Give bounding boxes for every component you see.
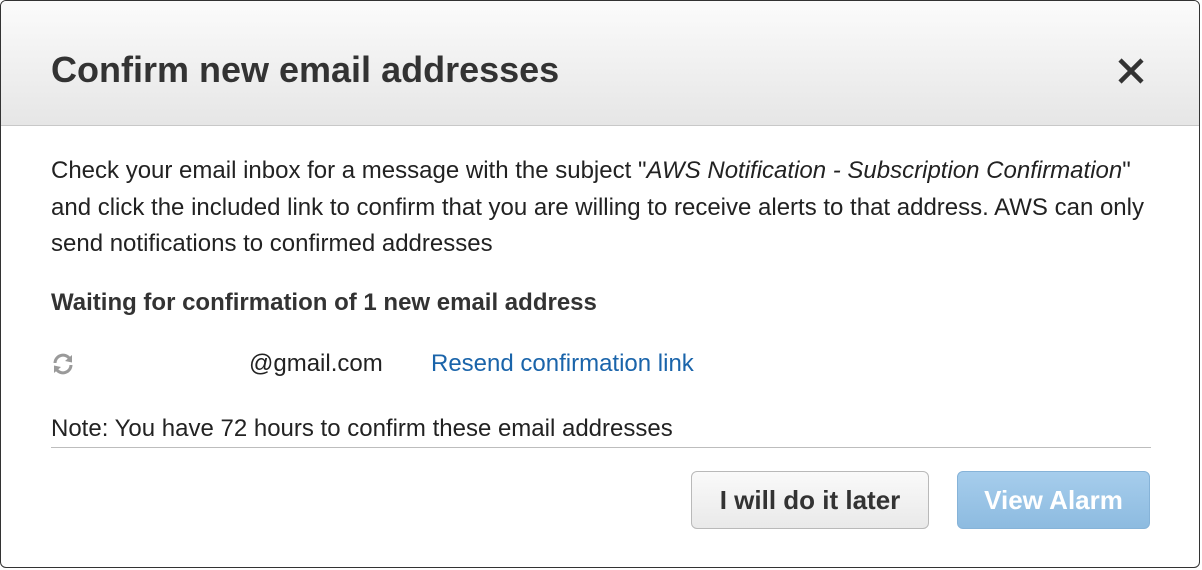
footer-divider bbox=[51, 447, 1151, 448]
view-alarm-button[interactable]: View Alarm bbox=[957, 471, 1150, 529]
refresh-icon bbox=[53, 353, 73, 375]
dialog-header: Confirm new email addresses bbox=[1, 1, 1199, 126]
dialog-body: Check your email inbox for a message wit… bbox=[51, 153, 1151, 442]
note-text: Note: You have 72 hours to confirm these… bbox=[51, 415, 673, 442]
resend-confirmation-link[interactable]: Resend confirmation link bbox=[431, 350, 694, 378]
instructions-part-1: Check your email inbox for a message wit… bbox=[51, 157, 647, 184]
email-subject: AWS Notification - Subscription Confirma… bbox=[646, 157, 1123, 184]
close-button[interactable] bbox=[1111, 51, 1151, 91]
waiting-heading: Waiting for confirmation of 1 new email … bbox=[51, 289, 597, 316]
dialog-title: Confirm new email addresses bbox=[51, 49, 560, 90]
close-icon bbox=[1118, 58, 1144, 84]
pending-email-row: @gmail.com Resend confirmation link bbox=[51, 347, 1151, 381]
do-it-later-button[interactable]: I will do it later bbox=[691, 471, 929, 529]
pending-email-address: @gmail.com bbox=[249, 350, 383, 377]
confirm-email-dialog: Confirm new email addresses Check your e… bbox=[0, 0, 1200, 568]
instructions-text: Check your email inbox for a message wit… bbox=[51, 153, 1151, 263]
